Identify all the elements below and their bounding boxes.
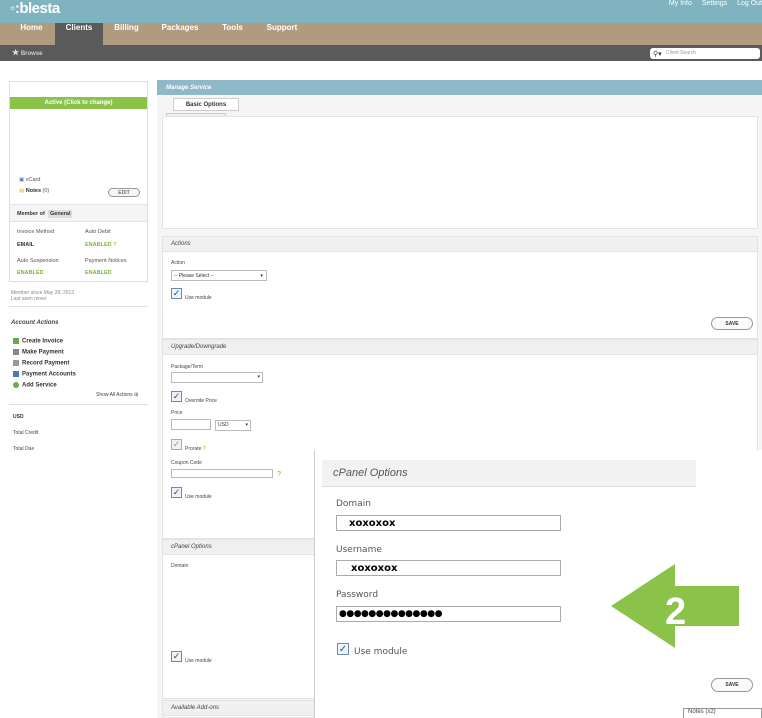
group-badge: General: [48, 210, 73, 218]
auto-debit-status: ENABLED ?: [85, 242, 117, 248]
help-icon[interactable]: ?: [203, 446, 206, 452]
add-service-link[interactable]: Add Service: [13, 382, 57, 389]
sub-nav: ★ Browse ⚲▾ Client Search: [0, 45, 762, 61]
callout-arrow-icon: 2: [611, 564, 739, 648]
notes-icon: ▤: [19, 188, 25, 194]
help-icon[interactable]: ?: [113, 242, 116, 248]
blesta-logo[interactable]: ◦:blesta: [10, 0, 60, 17]
invoice-icon: [13, 338, 19, 344]
actions-panel: Actions Action -- Please Select -- ▾ ✓ Us…: [162, 236, 758, 339]
package-term-select[interactable]: ▾: [171, 372, 263, 383]
main-nav: Home Clients Billing Packages Tools Supp…: [0, 23, 762, 45]
top-bar: ◦:blesta My Info Settings Log Out: [0, 0, 762, 23]
notes-link[interactable]: ▤ Notes (0): [19, 188, 49, 194]
chevron-down-icon: ▾: [245, 422, 248, 428]
member-of-row: Member of General: [10, 204, 147, 222]
callout-number: 2: [665, 591, 686, 633]
help-icon[interactable]: ?: [277, 471, 281, 478]
record-icon: [13, 360, 19, 366]
use-module-checkbox[interactable]: ✓: [171, 651, 182, 662]
coupon-code-input[interactable]: [171, 469, 273, 478]
client-card: Active (Click to change) ▣ vCard ▤ Notes…: [9, 81, 148, 282]
show-all-actions-link[interactable]: Show All Actions ⊞: [96, 392, 138, 398]
account-actions-title: Account Actions: [11, 320, 59, 326]
star-icon: ★: [12, 48, 20, 57]
divider: [9, 404, 148, 405]
nav-tools[interactable]: Tools: [210, 23, 255, 45]
currency-select[interactable]: USD ▾: [215, 420, 251, 431]
action-select[interactable]: -- Please Select -- ▾: [171, 270, 267, 281]
nav-home[interactable]: Home: [9, 23, 54, 45]
create-invoice-link[interactable]: Create Invoice: [13, 338, 63, 345]
manage-service-title: Manage Service: [157, 80, 762, 95]
payment-icon: [13, 349, 19, 355]
status-toggle[interactable]: Active (Click to change): [10, 97, 147, 109]
settings-link[interactable]: Settings: [702, 0, 727, 7]
edit-client-button[interactable]: EDIT: [108, 188, 140, 197]
nav-clients[interactable]: Clients: [55, 23, 103, 45]
save-button[interactable]: SAVE: [711, 317, 753, 330]
client-search-input[interactable]: ⚲▾ Client Search: [650, 48, 760, 59]
notes-corner-tab[interactable]: Notes (x2): [683, 708, 762, 718]
password-input[interactable]: ●●●●●●●●●●●●●●: [336, 606, 561, 622]
accounts-icon: [13, 371, 19, 377]
use-module-checkbox[interactable]: ✓: [171, 288, 182, 299]
domain-input[interactable]: xoxoxox: [336, 515, 561, 531]
prorate-checkbox[interactable]: ✓: [171, 439, 182, 450]
use-module-checkbox[interactable]: ✓: [171, 487, 182, 498]
cpanel-options-title: cPanel Options: [322, 460, 696, 487]
my-info-link[interactable]: My Info: [669, 0, 692, 7]
vcard-icon: ▣: [19, 177, 25, 183]
expand-icon: ⊞: [134, 392, 139, 398]
override-price-checkbox[interactable]: ✓: [171, 391, 182, 402]
nav-packages[interactable]: Packages: [152, 23, 208, 45]
browse-link[interactable]: ★ Browse: [12, 48, 43, 57]
use-module-checkbox[interactable]: ✓: [337, 643, 349, 655]
top-links: My Info Settings Log Out: [661, 0, 762, 7]
price-input[interactable]: [171, 419, 211, 430]
logo-mark-icon: ◦:: [10, 0, 20, 17]
search-icon: ⚲▾: [653, 51, 662, 58]
add-service-icon: [13, 382, 19, 388]
save-button[interactable]: SAVE: [711, 678, 753, 692]
record-payment-link[interactable]: Record Payment: [13, 360, 69, 367]
log-out-link[interactable]: Log Out: [737, 0, 762, 7]
prorate-label: Prorate ?: [185, 446, 206, 452]
vcard-link[interactable]: ▣ vCard: [19, 177, 40, 183]
divider: [9, 306, 148, 307]
chevron-down-icon: ▾: [260, 273, 263, 279]
payment-accounts-link[interactable]: Payment Accounts: [13, 371, 76, 378]
statistics-panel: [162, 116, 758, 229]
make-payment-link[interactable]: Make Payment: [13, 349, 64, 356]
tab-basic-options[interactable]: Basic Options: [173, 98, 239, 111]
username-input[interactable]: xoxoxox: [336, 560, 561, 576]
chevron-down-icon: ▾: [257, 374, 260, 380]
nav-billing[interactable]: Billing: [104, 23, 149, 45]
nav-support[interactable]: Support: [258, 23, 306, 45]
